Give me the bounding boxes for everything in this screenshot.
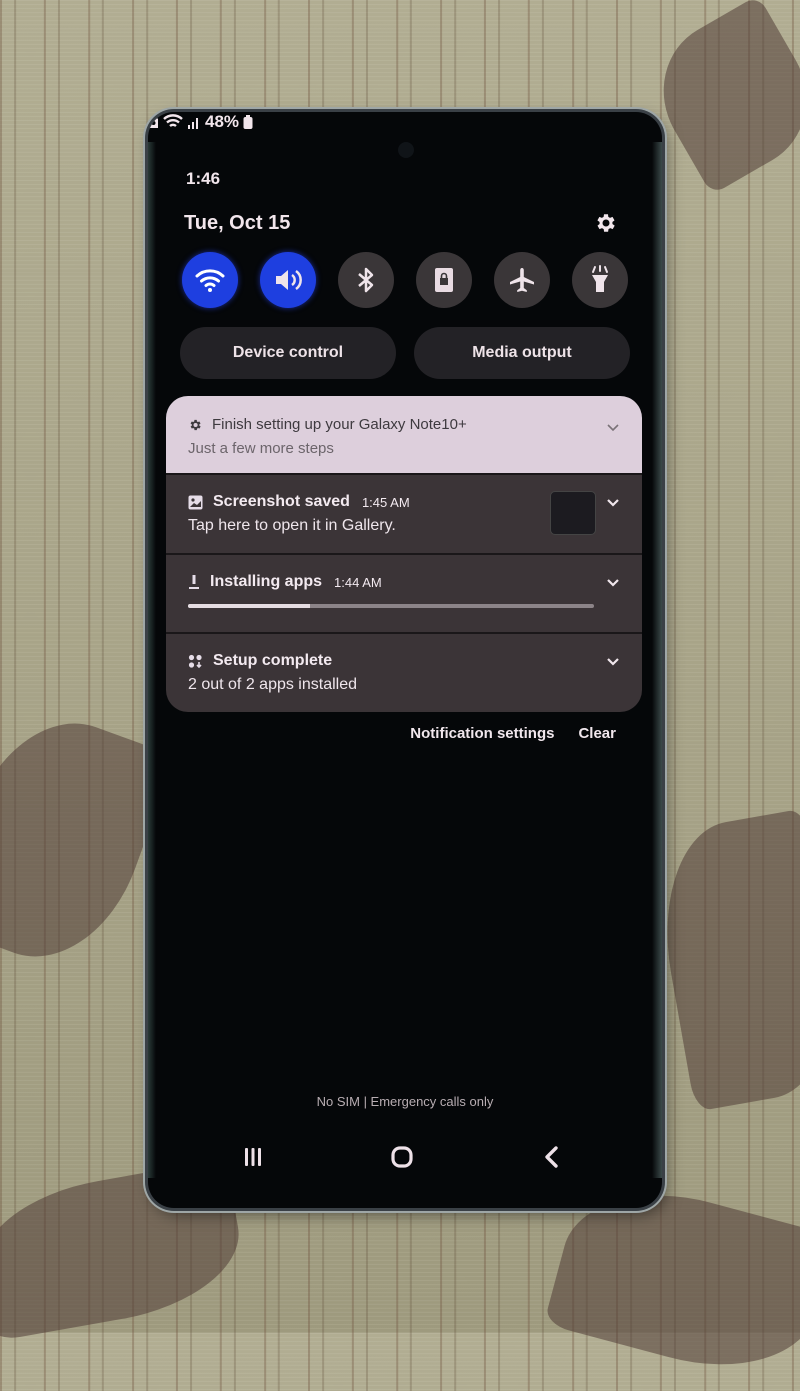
notification-body: Just a few more steps <box>188 440 334 457</box>
notification-setup-reminder[interactable]: Finish setting up your Galaxy Note10+ Ju… <box>166 396 642 475</box>
notification-header: Finish setting up your Galaxy Note10+ <box>188 416 467 433</box>
notification-settings-button[interactable]: Notification settings <box>410 725 554 742</box>
recent-apps-icon <box>245 1148 261 1166</box>
install-progress-fill <box>188 604 310 608</box>
wifi-icon <box>163 114 183 128</box>
media-output-button[interactable]: Media output <box>414 327 630 379</box>
notification-time: 1:45 AM <box>361 494 410 510</box>
airplane-mode-toggle[interactable] <box>494 252 550 308</box>
screenshot-thumbnail[interactable] <box>550 491 596 535</box>
notification-actions: Notification settings Clear <box>410 725 616 742</box>
notification-title: Finish setting up your Galaxy Note10+ <box>212 416 467 433</box>
phone-screen: 1:46 48% Tue, Oct 15 Device control Medi… <box>148 112 662 1208</box>
notification-installing-apps[interactable]: Installing apps 1:44 AM <box>166 555 642 634</box>
chevron-down-icon[interactable] <box>606 420 620 434</box>
notification-header: Setup complete <box>188 652 332 670</box>
notification-screenshot-saved[interactable]: Screenshot saved 1:45 AM Tap here to ope… <box>166 475 642 555</box>
notification-body: Tap here to open it in Gallery. <box>188 517 396 534</box>
gear-icon <box>190 419 201 430</box>
front-camera <box>398 142 414 158</box>
notification-title: Setup complete <box>213 652 333 669</box>
carrier-status: No SIM | Emergency calls only <box>316 1094 494 1109</box>
download-icon <box>189 574 199 589</box>
wifi-icon <box>195 269 225 292</box>
background-leaf <box>646 808 800 1112</box>
screen-edge-right <box>652 142 662 1178</box>
battery-icon <box>243 115 253 129</box>
notification-title: Screenshot saved <box>213 493 350 510</box>
battery-percent: 48% <box>205 112 240 131</box>
device-control-button[interactable]: Device control <box>180 327 396 379</box>
home-icon <box>391 1146 413 1168</box>
signal-icon <box>188 118 198 129</box>
date-label: Tue, Oct 15 <box>184 212 291 234</box>
airplane-icon <box>510 268 534 292</box>
bluetooth-toggle[interactable] <box>338 252 394 308</box>
screen-edge-left <box>148 142 156 1178</box>
notification-list: Finish setting up your Galaxy Note10+ Ju… <box>166 396 642 712</box>
notification-setup-complete[interactable]: Setup complete 2 out of 2 apps installed <box>166 634 642 712</box>
flashlight-toggle[interactable] <box>572 252 628 308</box>
status-icons: 48% <box>148 112 662 132</box>
settings-gear-icon[interactable] <box>594 211 618 235</box>
recent-apps-button[interactable] <box>238 1142 268 1172</box>
screen-lock-toggle[interactable] <box>416 252 472 308</box>
lock-icon <box>435 268 453 292</box>
chevron-down-icon[interactable] <box>606 495 620 509</box>
sim-icon <box>149 116 158 128</box>
navigation-bar <box>238 1142 566 1172</box>
quick-buttons-row: Device control Media output <box>180 327 630 379</box>
back-icon <box>545 1146 558 1168</box>
quick-settings-row <box>182 252 628 308</box>
chevron-down-icon[interactable] <box>606 575 620 589</box>
flashlight-icon <box>592 265 608 292</box>
notification-time: 1:44 AM <box>334 574 382 590</box>
notification-body: 2 out of 2 apps installed <box>188 676 358 693</box>
clear-button[interactable]: Clear <box>578 725 616 742</box>
back-button[interactable] <box>536 1142 566 1172</box>
speaker-icon <box>276 269 302 291</box>
apps-icon <box>188 654 202 668</box>
status-time: 1:46 <box>186 169 221 188</box>
notification-header: Screenshot saved 1:45 AM <box>188 493 410 511</box>
image-icon <box>188 495 203 509</box>
bluetooth-icon <box>358 267 374 293</box>
notification-title: Installing apps <box>210 573 323 590</box>
install-progress-bar <box>188 604 594 608</box>
notification-header: Installing apps 1:44 AM <box>188 573 382 591</box>
wifi-toggle[interactable] <box>182 252 238 308</box>
chevron-down-icon[interactable] <box>606 654 620 668</box>
sound-toggle[interactable] <box>260 252 316 308</box>
home-button[interactable] <box>387 1142 417 1172</box>
